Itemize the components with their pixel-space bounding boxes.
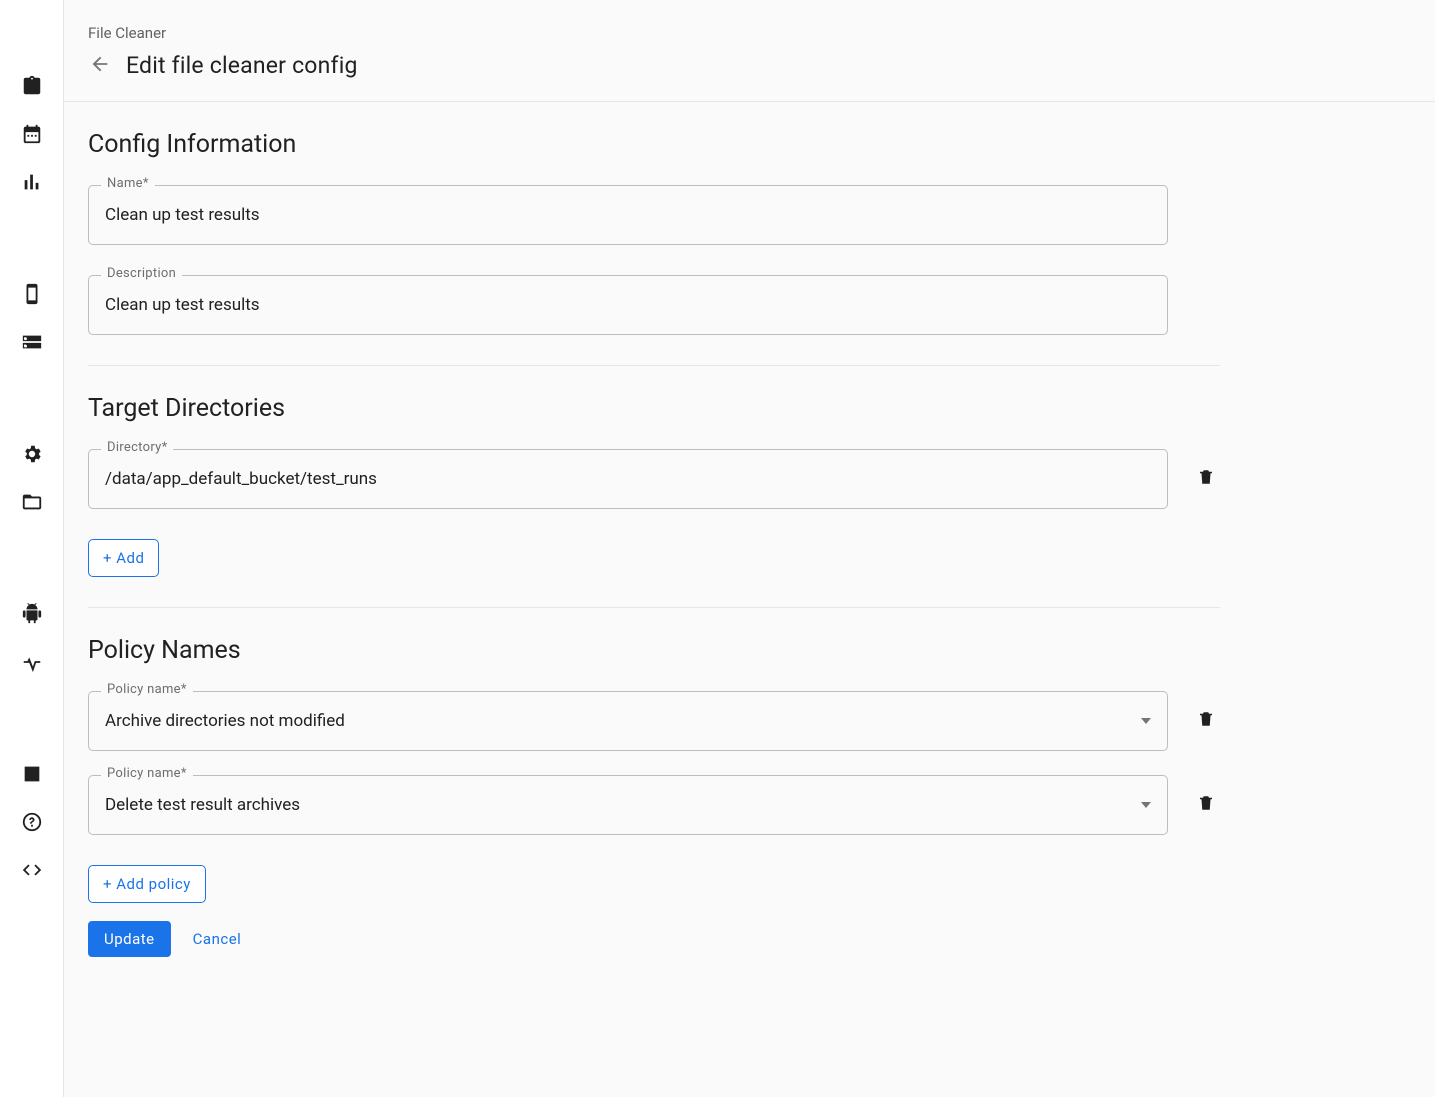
update-button[interactable]: Update	[88, 921, 171, 957]
trash-icon	[1197, 710, 1215, 732]
description-field[interactable]: Description	[88, 275, 1168, 335]
section-title-policies: Policy Names	[88, 636, 1220, 665]
main-panel: File Cleaner Edit file cleaner config Co…	[64, 0, 1435, 1097]
sidebar-item-file-cleaner[interactable]	[12, 484, 52, 524]
sidebar-item-help[interactable]	[12, 804, 52, 844]
clipboard-icon	[21, 75, 43, 101]
sidebar	[0, 0, 64, 1097]
directory-input[interactable]	[105, 469, 1151, 489]
sidebar-item-tests[interactable]	[12, 68, 52, 108]
sidebar-item-notes[interactable]	[12, 756, 52, 796]
folder-icon	[21, 491, 43, 517]
code-icon	[21, 859, 43, 885]
chevron-down-icon	[1141, 718, 1151, 724]
help-icon	[21, 811, 43, 837]
sidebar-item-health[interactable]	[12, 644, 52, 684]
policy-select[interactable]: Policy name* Archive directories not mod…	[88, 691, 1168, 751]
trash-icon	[1197, 468, 1215, 490]
gear-icon	[21, 443, 43, 469]
calendar-icon	[21, 123, 43, 149]
breadcrumb: File Cleaner	[88, 24, 1411, 42]
health-icon	[21, 651, 43, 677]
sidebar-item-android[interactable]	[12, 596, 52, 636]
name-field[interactable]: Name*	[88, 185, 1168, 245]
policy-value: Archive directories not modified	[105, 711, 1133, 731]
description-label: Description	[101, 266, 182, 281]
page-header: File Cleaner Edit file cleaner config	[64, 0, 1435, 102]
add-directory-button[interactable]: + Add	[88, 539, 159, 577]
name-label: Name*	[101, 176, 155, 191]
sidebar-item-results[interactable]	[12, 164, 52, 204]
directory-row: Directory*	[88, 449, 1220, 533]
policy-row: Policy name* Archive directories not mod…	[88, 691, 1220, 775]
divider	[88, 365, 1220, 366]
policy-label: Policy name*	[101, 682, 193, 697]
section-title-directories: Target Directories	[88, 394, 1220, 423]
policy-label: Policy name*	[101, 766, 193, 781]
back-button[interactable]	[88, 54, 112, 78]
description-input[interactable]	[105, 295, 1151, 315]
delete-directory-button[interactable]	[1192, 465, 1220, 493]
name-input[interactable]	[105, 205, 1151, 225]
trash-icon	[1197, 794, 1215, 816]
sidebar-item-api[interactable]	[12, 852, 52, 892]
policy-value: Delete test result archives	[105, 795, 1133, 815]
sidebar-item-devices[interactable]	[12, 276, 52, 316]
policy-row: Policy name* Delete test result archives	[88, 775, 1220, 859]
add-policy-button[interactable]: + Add policy	[88, 865, 206, 903]
android-icon	[21, 603, 43, 629]
delete-policy-button[interactable]	[1192, 707, 1220, 735]
page-title: Edit file cleaner config	[126, 52, 358, 79]
arrow-back-icon	[89, 53, 111, 79]
directory-field[interactable]: Directory*	[88, 449, 1168, 509]
directory-label: Directory*	[101, 440, 173, 455]
storage-icon	[21, 331, 43, 357]
phone-icon	[21, 283, 43, 309]
sidebar-item-settings[interactable]	[12, 436, 52, 476]
cancel-button[interactable]: Cancel	[181, 921, 254, 957]
actions: Update Cancel	[88, 921, 1220, 957]
chevron-down-icon	[1141, 802, 1151, 808]
policy-select[interactable]: Policy name* Delete test result archives	[88, 775, 1168, 835]
bar-chart-icon	[21, 171, 43, 197]
delete-policy-button[interactable]	[1192, 791, 1220, 819]
divider	[88, 607, 1220, 608]
section-title-config-info: Config Information	[88, 130, 1220, 159]
sidebar-item-schedule[interactable]	[12, 116, 52, 156]
sidebar-item-hosts[interactable]	[12, 324, 52, 364]
notes-icon	[21, 763, 43, 789]
